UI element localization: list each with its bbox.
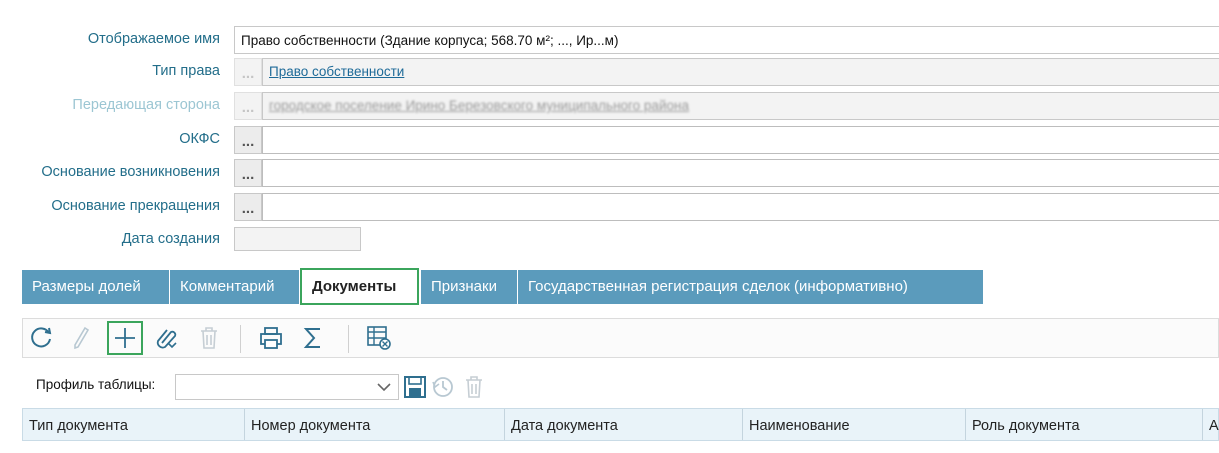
attach-icon (156, 329, 177, 349)
delete-profile-button[interactable] (461, 373, 487, 401)
okfs-select-button[interactable]: ... (234, 126, 262, 154)
tab-bar: Размеры долей Комментарий Документы Приз… (22, 268, 1219, 305)
basis-termination-field[interactable] (262, 193, 1219, 221)
creation-date-row: Дата создания (0, 227, 1219, 255)
trash-icon (201, 327, 217, 349)
sum-icon (303, 328, 320, 348)
creation-date-field (234, 227, 361, 251)
okfs-field[interactable] (262, 126, 1219, 154)
column-header-more[interactable]: А (1203, 409, 1219, 440)
display-name-row: Отображаемое имя Право собственности (Зд… (0, 26, 1219, 54)
basis-termination-select-button[interactable]: ... (234, 193, 262, 221)
toolbar-divider (240, 325, 241, 353)
refresh-button[interactable] (23, 321, 59, 355)
transferring-party-field: городское поселение Ирино Березовского м… (262, 92, 1219, 120)
chevron-down-icon (377, 383, 391, 392)
add-icon (115, 328, 135, 348)
print-button[interactable] (253, 321, 289, 355)
tab-share-sizes[interactable]: Размеры долей (22, 270, 170, 304)
edit-button[interactable] (63, 321, 99, 355)
refresh-icon (31, 327, 52, 348)
attach-button[interactable] (149, 321, 185, 355)
reset-profile-button[interactable] (430, 373, 456, 401)
display-name-label: Отображаемое имя (87, 31, 220, 47)
right-type-row: Тип права ... Право собственности (0, 58, 1219, 86)
toolbar-divider (348, 325, 349, 353)
basis-origin-row: Основание возникновения ... (0, 159, 1219, 187)
table-profile-select[interactable] (175, 374, 399, 400)
creation-date-label: Дата создания (121, 231, 220, 247)
transferring-party-row: Передающая сторона ... городское поселен… (0, 92, 1219, 120)
column-header-doc-number[interactable]: Номер документа (245, 409, 505, 440)
edit-icon (74, 326, 90, 350)
right-type-link[interactable]: Право собственности (269, 64, 404, 79)
tab-documents[interactable]: Документы (300, 268, 419, 305)
reset-icon (432, 377, 453, 397)
tab-attributes[interactable]: Признаки (421, 270, 518, 304)
transferring-party-link: городское поселение Ирино Березовского м… (269, 98, 689, 113)
basis-origin-label: Основание возникновения (41, 164, 220, 180)
sum-button[interactable] (295, 321, 331, 355)
transferring-party-label: Передающая сторона (72, 97, 220, 113)
column-header-doc-date[interactable]: Дата документа (505, 409, 743, 440)
basis-origin-select-button[interactable]: ... (234, 159, 262, 187)
column-header-doc-type[interactable]: Тип документа (23, 409, 245, 440)
okfs-row: ОКФС ... (0, 126, 1219, 154)
display-name-value: Право собственности (Здание корпуса; 568… (241, 33, 619, 48)
basis-origin-field[interactable] (262, 159, 1219, 187)
right-type-field: Право собственности (262, 58, 1219, 86)
right-type-label: Тип права (152, 63, 220, 79)
basis-termination-row: Основание прекращения ... (0, 193, 1219, 221)
display-name-field[interactable]: Право собственности (Здание корпуса; 568… (234, 26, 1219, 54)
add-button[interactable] (107, 321, 143, 355)
table-settings-button[interactable] (361, 321, 397, 355)
documents-grid-header: Тип документа Номер документа Дата докум… (22, 408, 1219, 441)
table-settings-icon (367, 326, 391, 350)
column-header-doc-role[interactable]: Роль документа (966, 409, 1203, 440)
documents-toolbar (22, 318, 1219, 358)
delete-button[interactable] (191, 321, 227, 355)
save-profile-button[interactable] (402, 373, 428, 401)
table-profile-label: Профиль таблицы: (36, 377, 156, 392)
tab-state-registration[interactable]: Государственная регистрация сделок (инфо… (518, 270, 984, 304)
column-header-name[interactable]: Наименование (743, 409, 966, 440)
basis-termination-label: Основание прекращения (51, 198, 220, 214)
okfs-label: ОКФС (179, 131, 220, 147)
trash-icon (466, 376, 482, 398)
transferring-party-select-button: ... (234, 92, 262, 120)
tab-comment[interactable]: Комментарий (170, 270, 300, 304)
print-icon (260, 327, 282, 349)
right-type-select-button[interactable]: ... (234, 58, 262, 86)
save-icon (404, 376, 426, 398)
